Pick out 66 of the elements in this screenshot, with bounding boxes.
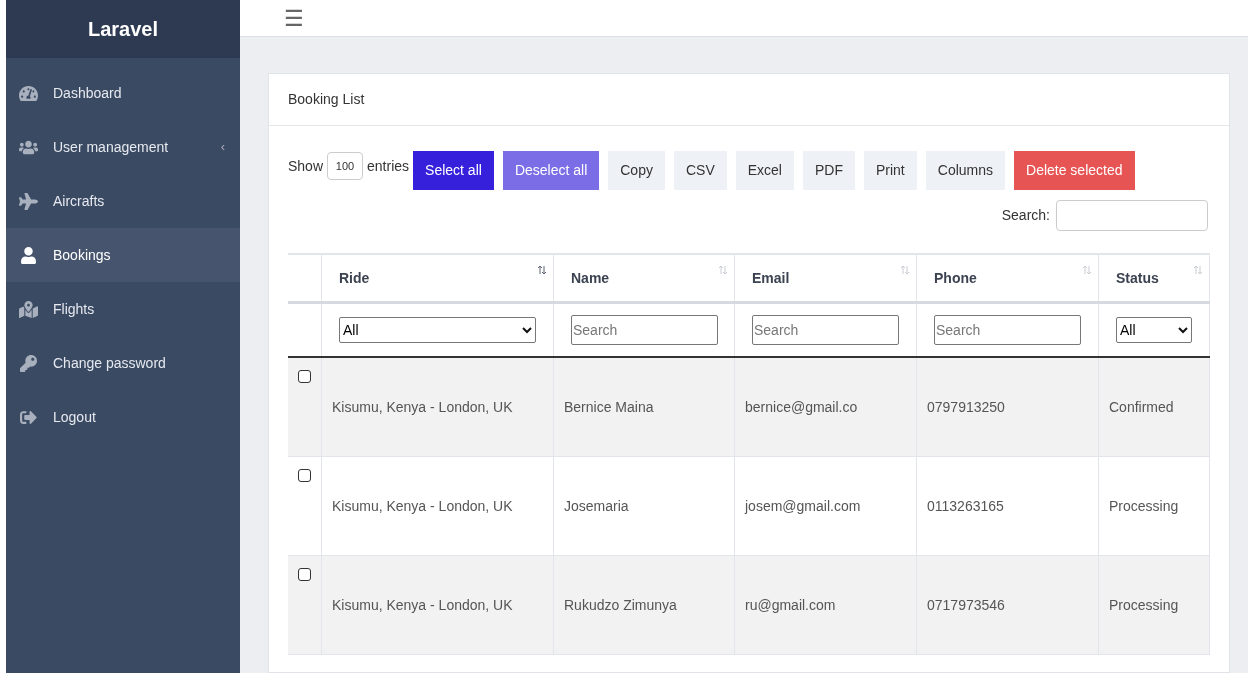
- table-cell-text: 0717973546: [927, 595, 1005, 615]
- table-cell-text: 0113263165: [927, 496, 1004, 516]
- table-cell-text: Processing: [1109, 595, 1179, 615]
- map-icon: [19, 300, 38, 318]
- row-checkbox[interactable]: [298, 370, 311, 383]
- table-cell-text: Kisumu, Kenya - London, UK: [332, 496, 513, 516]
- toolbar-button[interactable]: Deselect all: [502, 151, 600, 190]
- table-cell-text: bernice@gmail.co: [745, 397, 858, 417]
- toolbar-button[interactable]: CSV: [673, 151, 727, 190]
- sidebar-item[interactable]: Flights: [6, 282, 240, 336]
- table-row[interactable]: Kisumu, Kenya - London, UK Rukudzo Zimunya ru@gmail.com 0717973546 Processing: [288, 556, 1210, 655]
- brand-title[interactable]: Laravel: [6, 0, 240, 58]
- table-cell-text: Kisumu, Kenya - London, UK: [332, 397, 513, 417]
- show-label: Show: [288, 157, 324, 176]
- card-title: Booking List: [269, 74, 1229, 126]
- toolbar-button[interactable]: Select all: [413, 151, 494, 190]
- chevron-down-icon: [522, 326, 532, 334]
- row-checkbox[interactable]: [298, 568, 311, 581]
- entries-label: entries: [367, 157, 410, 176]
- table-cell-text: Processing: [1109, 496, 1179, 516]
- table-cell-text: Kisumu, Kenya - London, UK: [332, 595, 513, 615]
- toolbar-button[interactable]: Print: [863, 151, 917, 190]
- users-icon: [19, 138, 38, 156]
- column-header[interactable]: Email: [752, 267, 790, 289]
- table-cell-text: Josemaria: [564, 496, 629, 516]
- caret-icon: ‹: [220, 137, 227, 157]
- toolbar-button[interactable]: Excel: [735, 151, 794, 190]
- toolbar-button[interactable]: PDF: [802, 151, 855, 190]
- sidebar-item[interactable]: Aircrafts: [6, 174, 240, 228]
- entries-select[interactable]: 100: [327, 152, 364, 180]
- sidebar-item[interactable]: Change password: [6, 336, 240, 390]
- chevron-down-icon: [1178, 326, 1188, 334]
- user-icon: [19, 246, 38, 264]
- table-cell-text: Confirmed: [1109, 397, 1174, 417]
- toolbar-button[interactable]: Columns: [925, 151, 1005, 190]
- toolbar-button[interactable]: Delete selected: [1014, 151, 1135, 190]
- filter-field[interactable]: Search: [752, 315, 899, 345]
- filter-select[interactable]: All: [339, 317, 536, 343]
- search-label: Search:: [1001, 206, 1050, 225]
- sidebar-item[interactable]: Dashboard: [6, 66, 240, 120]
- key-icon: [19, 354, 38, 372]
- table-cell-text: 0797913250: [927, 397, 1005, 417]
- table-cell-text: Rukudzo Zimunya: [564, 595, 677, 615]
- sort-icon[interactable]: [537, 265, 547, 275]
- search-field[interactable]: [1056, 200, 1208, 231]
- row-checkbox[interactable]: [298, 469, 311, 482]
- logout-icon: [19, 408, 38, 426]
- column-header[interactable]: Name: [571, 267, 610, 289]
- table-row[interactable]: Kisumu, Kenya - London, UK Bernice Maina bernice@gmail.co 0797913250 Confirmed: [288, 358, 1210, 457]
- menu-icon[interactable]: ☰: [284, 1, 304, 35]
- table-cell-text: josem@gmail.com: [745, 496, 861, 516]
- table-cell-text: Bernice Maina: [564, 397, 654, 417]
- filter-field[interactable]: Search: [571, 315, 718, 345]
- sidebar-item[interactable]: Bookings: [6, 228, 240, 282]
- sidebar-item[interactable]: User management ‹: [6, 120, 240, 174]
- filter-select[interactable]: All: [1116, 317, 1192, 343]
- plane-icon: [19, 192, 38, 210]
- column-header[interactable]: Status: [1116, 267, 1159, 289]
- table-cell-text: ru@gmail.com: [745, 595, 836, 615]
- column-header[interactable]: Ride: [339, 267, 370, 289]
- sidebar-item[interactable]: Logout: [6, 390, 240, 444]
- table-row[interactable]: Kisumu, Kenya - London, UK Josemaria josem@gmail.com 0113263165 Processing: [288, 457, 1210, 556]
- filter-field[interactable]: Search: [934, 315, 1081, 345]
- column-header[interactable]: Phone: [934, 267, 977, 289]
- gauge-icon: [19, 84, 38, 102]
- toolbar-button[interactable]: Copy: [608, 151, 665, 190]
